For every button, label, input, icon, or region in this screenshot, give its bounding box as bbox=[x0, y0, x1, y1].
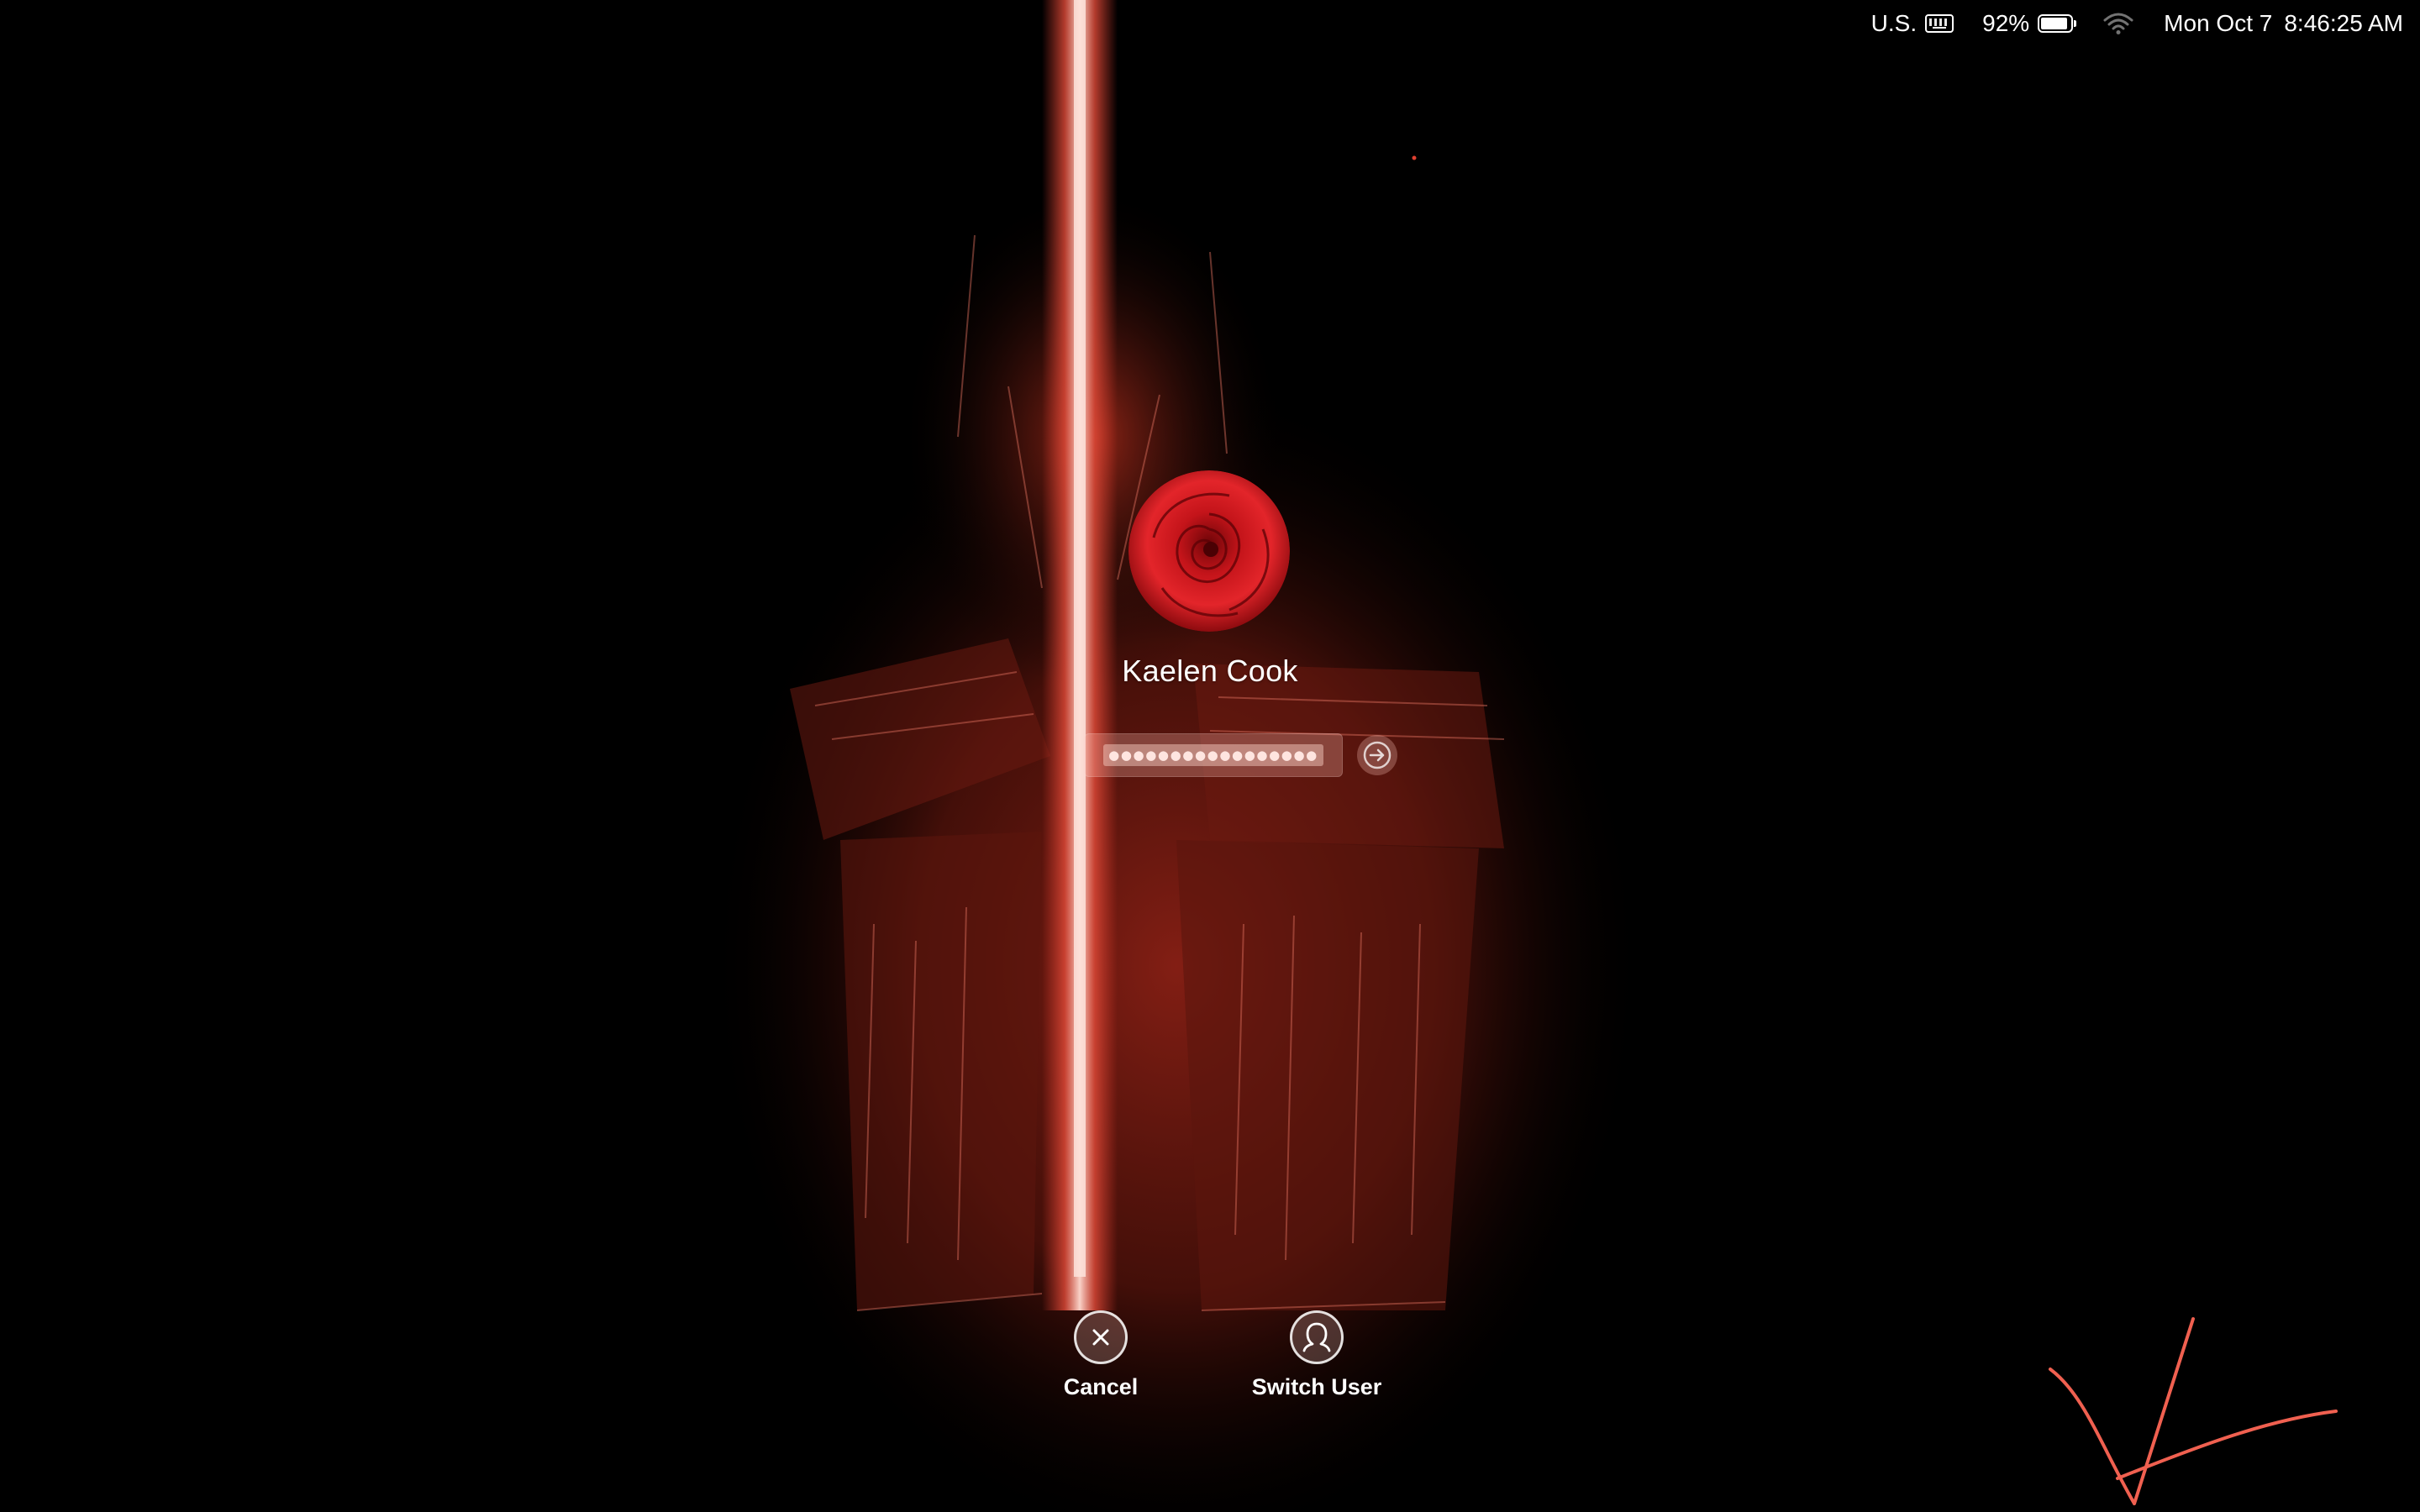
x-circle-icon bbox=[1092, 1329, 1109, 1346]
switch-user-circle[interactable] bbox=[1290, 1310, 1344, 1364]
wifi-menu[interactable] bbox=[2102, 11, 2135, 36]
switch-user-label: Switch User bbox=[1251, 1374, 1382, 1399]
arrow-right-icon bbox=[1363, 741, 1392, 769]
wifi-icon bbox=[2103, 13, 2133, 34]
battery-percent: 92% bbox=[1982, 10, 2030, 36]
switch-user-button[interactable]: Switch User bbox=[1216, 1310, 1418, 1400]
user-avatar bbox=[1128, 470, 1290, 632]
clock-date: Mon Oct 7 bbox=[2164, 10, 2273, 36]
cancel-label: Cancel bbox=[1063, 1374, 1139, 1399]
input-source-menu[interactable]: U.S. bbox=[1871, 10, 1954, 37]
clock-time: 8:46:25 AM bbox=[2284, 10, 2403, 36]
rose-image bbox=[1128, 470, 1290, 632]
lock-screen: U.S. 92% Mon Oct 7 8:46:25 AM Kaelen Coo… bbox=[0, 0, 2420, 1512]
battery-icon bbox=[2038, 14, 2077, 33]
keyboard-icon bbox=[1925, 14, 1954, 33]
battery-level-fill bbox=[2041, 18, 2068, 29]
input-source-label: U.S. bbox=[1870, 10, 1918, 36]
user-name: Kaelen Cook bbox=[1122, 654, 1298, 688]
password-field[interactable]: ●●●●●●●●●●●●●●●●● bbox=[1084, 733, 1343, 777]
clock[interactable]: Mon Oct 7 8:46:25 AM bbox=[2164, 10, 2403, 37]
cancel-circle[interactable] bbox=[1074, 1310, 1128, 1364]
menu-bar: U.S. 92% Mon Oct 7 8:46:25 AM bbox=[1871, 0, 2420, 47]
cancel-button[interactable]: Cancel bbox=[1000, 1310, 1202, 1400]
submit-password-button[interactable] bbox=[1357, 735, 1397, 775]
battery-menu[interactable]: 92% bbox=[1982, 10, 2077, 37]
password-mask: ●●●●●●●●●●●●●●●●● bbox=[1103, 744, 1323, 766]
user-silhouette-icon bbox=[1302, 1322, 1331, 1352]
